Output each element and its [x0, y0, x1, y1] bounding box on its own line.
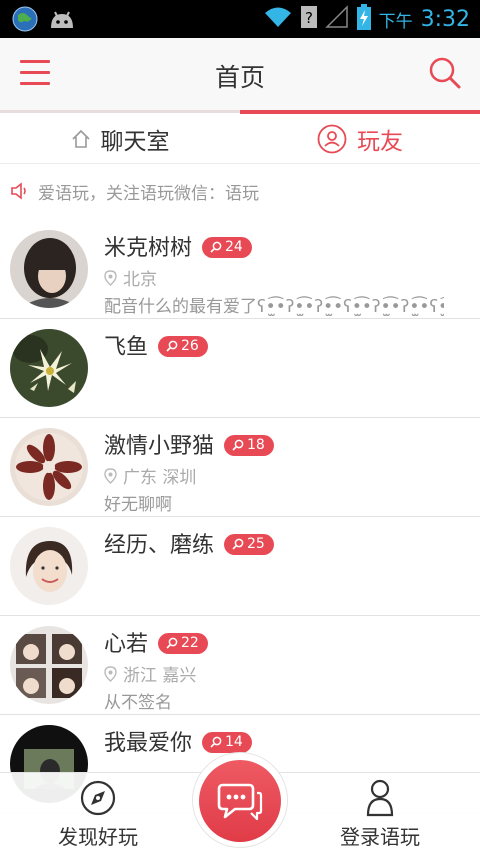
- count-badge: 14: [202, 731, 252, 753]
- user-name: 我最爱你: [104, 731, 193, 756]
- location-pin-icon: [104, 665, 117, 682]
- user-name: 激情小野猫: [104, 434, 215, 459]
- status-time: 3:32: [420, 6, 470, 32]
- home-icon: [71, 129, 90, 148]
- user-name: 心若: [104, 632, 149, 657]
- speaker-icon: [11, 182, 26, 200]
- nav-discover-label: 发现好玩: [58, 825, 138, 849]
- user-signature: 好无聊啊: [104, 495, 172, 515]
- chat-fab-button[interactable]: [199, 760, 281, 842]
- list-item[interactable]: 米克树树 24 北京 配音什么的最有爱了ʕ•̫͡•ʔ•̫͡•ʔ•̫͡•ʕ•̫͡•ʔ…: [0, 220, 480, 319]
- location-pin-icon: [104, 269, 117, 286]
- search-small-icon: [232, 439, 244, 451]
- list-item[interactable]: 经历、磨练 25: [0, 517, 480, 616]
- android-icon: [48, 8, 76, 34]
- user-location: 浙江 嘉兴: [123, 666, 197, 686]
- globe-compass-icon: [80, 780, 116, 816]
- user-name: 米克树树: [104, 236, 193, 261]
- cell-signal-icon: [324, 5, 349, 33]
- question-signal-icon: ?: [300, 5, 317, 33]
- nav-login[interactable]: 登录语玩: [300, 779, 460, 854]
- list-item[interactable]: 飞鱼 26: [0, 319, 480, 418]
- nav-discover[interactable]: 发现好玩: [18, 779, 178, 854]
- count-value: 24: [225, 239, 243, 255]
- search-icon: [429, 57, 461, 89]
- globe-icon: [12, 6, 38, 36]
- chat-bubbles-icon: [217, 783, 263, 821]
- status-bar: ? 下午 3:32: [0, 0, 480, 38]
- count-value: 26: [181, 338, 199, 354]
- user-signature: 配音什么的最有爱了ʕ•̫͡•ʔ•̫͡•ʔ•̫͡•ʕ•̫͡•ʔ•̫͡•ʔ•̫͡•ʕ…: [104, 297, 444, 317]
- list-item[interactable]: 心若 22 浙江 嘉兴 从不签名: [0, 616, 480, 715]
- user-name: 经历、磨练: [104, 533, 215, 558]
- avatar: [10, 329, 88, 407]
- count-badge: 18: [224, 434, 274, 456]
- count-badge: 24: [202, 236, 252, 258]
- battery-charging-icon: [356, 4, 371, 34]
- search-small-icon: [232, 538, 244, 550]
- tab-chatroom-label: 聊天室: [100, 128, 170, 155]
- search-small-icon: [166, 637, 178, 649]
- avatar: [10, 527, 88, 605]
- notice-text: 爱语玩，关注语玩微信：语玩: [38, 183, 259, 204]
- search-small-icon: [166, 340, 178, 352]
- user-location: 广东 深圳: [123, 468, 197, 488]
- wifi-icon: [263, 5, 293, 33]
- avatar: [10, 230, 88, 308]
- search-small-icon: [210, 736, 222, 748]
- tab-chatroom[interactable]: 聊天室: [0, 113, 240, 164]
- page-title: 首页: [214, 63, 265, 92]
- svg-text:?: ?: [305, 9, 313, 27]
- tab-friends-label: 玩友: [357, 128, 403, 155]
- tab-bar: 聊天室 玩友: [0, 110, 480, 164]
- tab-friends[interactable]: 玩友: [240, 113, 480, 164]
- count-value: 25: [247, 536, 265, 552]
- search-small-icon: [210, 241, 222, 253]
- notice-bar[interactable]: 爱语玩，关注语玩微信：语玩: [10, 176, 259, 206]
- user-outline-icon: [366, 779, 394, 817]
- user-location: 北京: [123, 270, 157, 290]
- user-signature: 从不签名: [104, 693, 172, 713]
- status-period: 下午: [378, 11, 413, 32]
- user-circle-icon: [317, 124, 347, 153]
- count-badge: 26: [158, 335, 208, 357]
- avatar: [10, 626, 88, 704]
- count-badge: 22: [158, 632, 208, 654]
- avatar: [10, 428, 88, 506]
- app-header: 首页: [0, 38, 480, 110]
- location-pin-icon: [104, 467, 117, 484]
- search-button[interactable]: [428, 56, 462, 90]
- user-list: 米克树树 24 北京 配音什么的最有爱了ʕ•̫͡•ʔ•̫͡•ʔ•̫͡•ʕ•̫͡•ʔ…: [0, 220, 480, 814]
- count-value: 18: [247, 437, 265, 453]
- count-value: 22: [181, 635, 199, 651]
- list-item[interactable]: 激情小野猫 18 广东 深圳 好无聊啊: [0, 418, 480, 517]
- count-value: 14: [225, 734, 243, 750]
- user-name: 飞鱼: [104, 335, 149, 360]
- count-badge: 25: [224, 533, 274, 555]
- nav-login-label: 登录语玩: [340, 825, 420, 849]
